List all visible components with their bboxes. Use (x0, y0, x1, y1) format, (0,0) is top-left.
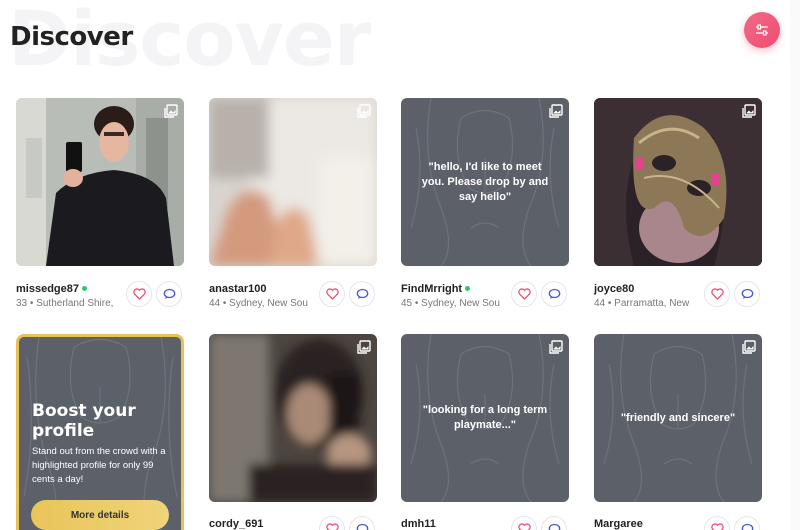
chat-bubble-icon (548, 523, 560, 530)
profile-card-quote[interactable]: "friendly and sincere" (594, 334, 762, 502)
message-button[interactable] (541, 281, 567, 307)
photo-gallery-icon (357, 340, 371, 354)
profile-meta: 33 • Sutherland Shire, (16, 298, 114, 309)
photo-gallery-icon (742, 340, 756, 354)
profile-card-photo[interactable] (209, 98, 377, 266)
heart-icon (325, 523, 339, 530)
profile-name[interactable]: Margaree (594, 518, 643, 530)
like-button[interactable] (319, 281, 345, 307)
profile-card-photo[interactable] (594, 98, 762, 266)
photo-gallery-icon (549, 104, 563, 118)
profile-name[interactable]: cordy_691 (209, 518, 263, 530)
chat-bubble-icon (741, 288, 753, 299)
heart-icon (517, 288, 531, 300)
like-button[interactable] (704, 281, 730, 307)
scrollbar[interactable] (790, 0, 800, 530)
chat-bubble-icon (163, 288, 175, 299)
message-button[interactable] (349, 516, 375, 530)
profile-name[interactable]: missedge87 (16, 283, 87, 295)
message-button[interactable] (156, 281, 182, 307)
photo-gallery-icon (549, 340, 563, 354)
message-button[interactable] (541, 516, 567, 530)
like-button[interactable] (319, 516, 345, 530)
sliders-icon (756, 24, 768, 36)
more-details-button[interactable]: More details (31, 500, 169, 530)
like-button[interactable] (511, 281, 537, 307)
filter-button[interactable] (744, 12, 780, 48)
profile-photo (209, 98, 377, 266)
profile-card-photo[interactable] (209, 334, 377, 502)
profile-meta: 45 • Sydney, New Sou (401, 298, 500, 309)
profile-meta: 44 • Parramatta, New (594, 298, 690, 309)
heart-icon (710, 523, 724, 530)
heart-icon (517, 523, 531, 530)
chat-bubble-icon (741, 523, 753, 530)
profile-photo (594, 98, 762, 266)
message-button[interactable] (734, 516, 760, 530)
photo-gallery-icon (357, 104, 371, 118)
profile-name[interactable]: joyce80 (594, 283, 634, 295)
profile-card-quote[interactable]: "hello, I'd like to meet you. Please dro… (401, 98, 569, 266)
like-button[interactable] (704, 516, 730, 530)
photo-gallery-icon (164, 104, 178, 118)
profile-card-photo[interactable] (16, 98, 184, 266)
profile-photo (209, 334, 377, 502)
like-button[interactable] (511, 516, 537, 530)
heart-icon (132, 288, 146, 300)
heart-icon (325, 288, 339, 300)
profile-name[interactable]: dmh11 (401, 518, 436, 530)
like-button[interactable] (126, 281, 152, 307)
chat-bubble-icon (356, 288, 368, 299)
message-button[interactable] (734, 281, 760, 307)
profile-quote: "friendly and sincere" (620, 411, 736, 424)
boost-title: Boost your profile (32, 401, 136, 441)
online-indicator (465, 285, 471, 291)
profile-quote: "looking for a long term playmate..." (422, 404, 548, 431)
profile-card-quote[interactable]: "looking for a long term playmate..." (401, 334, 569, 502)
boost-profile-card: Boost your profile Stand out from the cr… (16, 334, 184, 530)
profile-quote: "hello, I'd like to meet you. Please dro… (421, 160, 549, 203)
chat-bubble-icon (356, 523, 368, 530)
profile-meta: 44 • Sydney, New Sou (209, 298, 308, 309)
chat-bubble-icon (548, 288, 560, 299)
boost-description: Stand out from the crowd with a highligh… (32, 446, 166, 485)
photo-gallery-icon (742, 104, 756, 118)
profile-name[interactable]: anastar100 (209, 283, 267, 295)
heart-icon (710, 288, 724, 300)
page-title: Discover (10, 22, 133, 52)
online-indicator (81, 285, 87, 291)
message-button[interactable] (349, 281, 375, 307)
profile-name[interactable]: FindMrright (401, 283, 471, 295)
profile-photo (16, 98, 184, 266)
